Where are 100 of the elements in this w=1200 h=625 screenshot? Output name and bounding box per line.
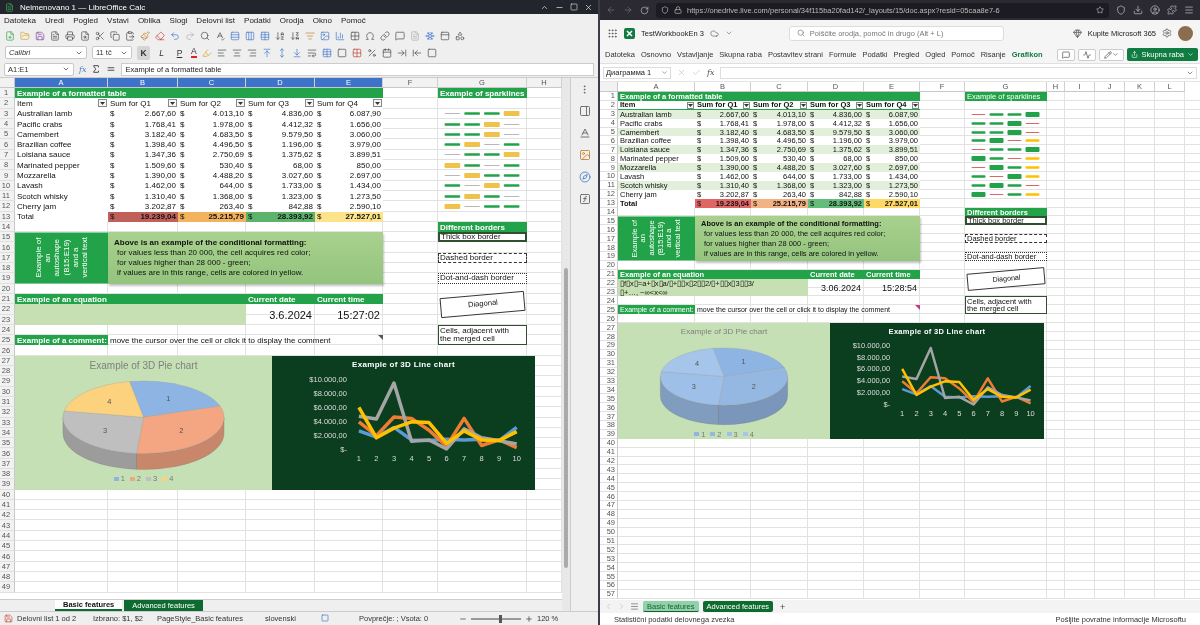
time-value: 15:28:54 xyxy=(880,281,918,295)
amount: 28.393,92 xyxy=(277,212,313,222)
amount: 1.733,00 xyxy=(281,181,313,191)
window-title: Neimenovano 1 — LibreOffice Calc xyxy=(20,2,147,12)
amount: 3.979,00 xyxy=(349,140,381,150)
currency-sign: $ xyxy=(317,181,322,191)
currency-sign: $ xyxy=(110,201,115,211)
currency-sign: $ xyxy=(110,191,115,201)
currency-sign: $ xyxy=(110,181,115,191)
amount: 1.323,00 xyxy=(281,191,313,201)
currency-sign: $ xyxy=(180,129,185,139)
amount: 1.978,00 xyxy=(212,119,244,129)
cell-text: the merged cell xyxy=(440,335,495,344)
amount: 2.697,00 xyxy=(349,171,381,180)
item-cell: Loisiana sauce xyxy=(15,149,108,161)
amount: 3.060,00 xyxy=(349,129,381,139)
sparklines-title: Example of sparklines xyxy=(438,88,527,99)
currency-sign: $ xyxy=(110,212,115,222)
currency-sign: $ xyxy=(110,109,115,119)
amount: 842,88 xyxy=(288,201,313,211)
equation-title: Example of an equation xyxy=(15,293,246,305)
currency-sign: $ xyxy=(317,191,322,201)
currency-sign: $ xyxy=(110,171,115,180)
amount: 1.462,00 xyxy=(144,181,176,191)
currency-sign: $ xyxy=(180,160,185,170)
currency-sign: $ xyxy=(248,109,253,119)
amount: 3.182,40 xyxy=(144,129,176,139)
amount: 19.239,04 xyxy=(140,212,176,222)
item-cell: Marinated pepper xyxy=(15,160,108,171)
chart-title: Example of 3D Pie chart xyxy=(89,359,198,371)
amount: 530,40 xyxy=(219,160,244,170)
amount: 6.087,90 xyxy=(349,109,381,119)
amount: 9.579,50 xyxy=(281,129,313,139)
vertical-text-shape: Example of an autoshape (B15:E19) and a vertical text xyxy=(15,232,108,284)
amount: 3.027,60 xyxy=(281,171,313,180)
amount: 4.013,10 xyxy=(212,109,244,119)
amount: 850,00 xyxy=(356,160,381,170)
table-title: Example of a formatted table xyxy=(15,88,383,99)
amount: 1.390,00 xyxy=(144,171,176,180)
amount: 4.496,50 xyxy=(212,140,244,150)
borders-title: Different borders xyxy=(438,221,527,233)
amount: 1.375,62 xyxy=(281,150,313,160)
currency-sign: $ xyxy=(317,150,322,160)
amount: 4.412,32 xyxy=(281,119,313,129)
cell-text: Dashed border xyxy=(440,253,493,263)
item-cell: Brazilian coffee xyxy=(15,139,108,150)
item-cell: Cherry jam xyxy=(15,201,108,212)
currency-sign: $ xyxy=(248,119,253,129)
currency-sign: $ xyxy=(248,181,253,191)
amount: 2.750,69 xyxy=(212,150,244,160)
currency-sign: $ xyxy=(248,171,253,180)
amount: 3.202,87 xyxy=(144,201,176,211)
currency-sign: $ xyxy=(180,212,185,222)
currency-sign: $ xyxy=(317,140,322,150)
currency-sign: $ xyxy=(317,212,322,222)
amount: 4.683,50 xyxy=(212,129,244,139)
amount: 3.899,51 xyxy=(349,150,381,160)
amount: 4.836,00 xyxy=(281,109,313,119)
currency-sign: $ xyxy=(248,129,253,139)
item-cell: Pacific crabs xyxy=(15,118,108,130)
cell-text: Cells, adjacent with xyxy=(440,326,509,335)
currency-sign: $ xyxy=(248,150,253,160)
comment-label: Example of a comment: xyxy=(15,335,108,346)
callout-text: if values are in this range, cells are colored in yellow. xyxy=(116,268,304,278)
amount: 1.656,00 xyxy=(349,119,381,129)
cell-text: Dot-and-dash border xyxy=(440,274,514,283)
amount: 1.196,00 xyxy=(281,140,313,150)
amount: 1.273,50 xyxy=(349,191,381,201)
item-cell: Mozzarella xyxy=(15,170,108,181)
total-label: Total xyxy=(15,211,108,222)
callout-title: Above is an example of the conditional formatting: xyxy=(114,238,307,248)
currency-sign: $ xyxy=(248,201,253,211)
comment-text: move the cursor over the cell or click it to display the comment xyxy=(109,335,332,346)
currency-sign: $ xyxy=(110,140,115,150)
amount: 4.488,20 xyxy=(212,171,244,180)
date-value: 3.06.2024 xyxy=(819,281,862,295)
amount: 27.527,01 xyxy=(345,212,381,222)
amount: 1.347,36 xyxy=(144,150,176,160)
item-cell: Lavash xyxy=(15,180,108,191)
currency-sign: $ xyxy=(317,160,322,170)
amount: 2.590,10 xyxy=(349,201,381,211)
item-cell: Camembert xyxy=(15,129,108,140)
item-cell: Australian lamb xyxy=(15,108,108,119)
amount: 263,40 xyxy=(219,201,244,211)
currency-sign: $ xyxy=(248,212,253,222)
callout-text: for values less than 20 000, the cell acquires red color; xyxy=(116,248,311,258)
currency-sign: $ xyxy=(248,191,253,201)
amount: 2.667,60 xyxy=(144,109,176,119)
amount: 68,00 xyxy=(292,160,313,170)
currency-sign: $ xyxy=(180,109,185,119)
currency-sign: $ xyxy=(110,129,115,139)
currency-sign: $ xyxy=(317,109,322,119)
chart-title: Example of 3D Line chart xyxy=(352,359,455,369)
amount: 1.509,60 xyxy=(144,160,176,170)
amount: 1.368,00 xyxy=(212,191,244,201)
cell-text: Thick box border xyxy=(441,233,501,242)
currency-sign: $ xyxy=(248,140,253,150)
callout-text: for values higher than 28 000 - green; xyxy=(116,258,251,268)
currency-sign: $ xyxy=(110,119,115,129)
item-cell: Scotch whisky xyxy=(15,190,108,202)
